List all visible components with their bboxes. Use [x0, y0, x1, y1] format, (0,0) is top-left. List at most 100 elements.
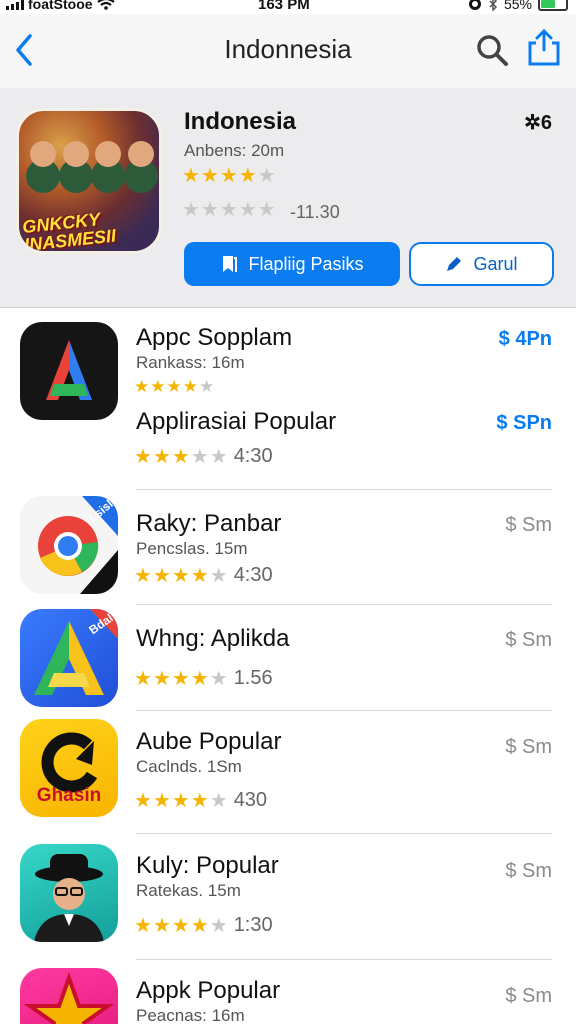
star-icon: ★ — [152, 914, 171, 937]
star-icon: ★ — [182, 165, 200, 187]
star-icon: ★ — [209, 667, 228, 690]
rating-stars: ★ ★ ★ ★ ★ — [134, 566, 228, 586]
star-icon: ★ — [134, 667, 152, 690]
signal-icon — [6, 0, 24, 10]
star-icon: ★ — [134, 914, 152, 937]
star-icon: ★ — [171, 667, 190, 690]
list-item[interactable]: Appk Popular Peacnas: 16m $ Sm — [0, 960, 576, 1024]
app-rating: ★ ★ ★ ★ ★ — [134, 378, 214, 396]
app-name: Kuly: Popular — [136, 852, 279, 879]
battery-icon — [538, 0, 568, 11]
star-icon: ★ — [171, 914, 190, 937]
triangle-a-icon: Bdal — [20, 609, 118, 707]
featured-score: -11.30 — [290, 202, 340, 222]
chrome-logo-icon: Lsisl — [20, 496, 118, 594]
star-icon: ★ — [219, 199, 238, 221]
list-item[interactable]: Lsisl Raky: Panbar Pencslas. 15m ★ ★ ★ ★ ★ 4:… — [0, 490, 576, 604]
star-icon: ★ — [190, 445, 209, 468]
featured-app-subtitle: Anbens: 20m — [184, 141, 285, 160]
price-button[interactable]: $ Sm — [505, 860, 552, 883]
app-subtitle: Pencslas. 15m — [136, 539, 248, 558]
star-icon: ★ — [209, 564, 228, 587]
status-right: 55% — [468, 0, 568, 12]
app-subtitle: Rankass: 16m — [136, 353, 245, 372]
price-button[interactable]: $ SPn — [496, 412, 552, 435]
app-subtitle: Caclnds. 1Sm — [136, 757, 242, 776]
rating-stars: ★ ★ ★ ★ ★ — [134, 791, 228, 811]
list-item[interactable]: Bdal Whng: Aplikda ★ ★ ★ ★ ★ 1.56 $ Sm — [0, 605, 576, 710]
star-icon: ★ — [219, 165, 238, 187]
search-icon — [477, 35, 508, 66]
star-icon: ★ — [171, 564, 190, 587]
rating-score: 4:30 — [233, 564, 273, 586]
star-icon: ★ — [209, 789, 228, 812]
app-rating: ★ ★ ★ ★ ★ 430 — [134, 789, 267, 812]
star-icon: ★ — [200, 165, 219, 187]
star-icon: ★ — [134, 445, 152, 468]
price-button[interactable]: $ Sm — [505, 629, 552, 652]
list-item[interactable]: Kuly: Popular Ratekas. 15m ★ ★ ★ ★ ★ 1:30 $ S… — [0, 834, 576, 959]
star-icon: ★ — [238, 165, 257, 187]
price-button[interactable]: $ 4Pn — [499, 328, 552, 351]
star-icon: ★ — [171, 445, 190, 468]
app-rating: ★ ★ ★ ★ ★ 1.56 — [134, 667, 273, 690]
star-icon: ★ — [150, 377, 166, 396]
bluetooth-icon — [489, 0, 498, 11]
status-time: 163 PM — [258, 0, 310, 13]
app-name: Raky: Panbar — [136, 510, 282, 537]
ghasin-logo-icon: Ghasin — [20, 719, 118, 817]
rating-stars: ★ ★ ★ ★ ★ — [134, 916, 228, 936]
price-button[interactable]: $ Sm — [505, 736, 552, 759]
featured-rating-stars: ★ ★ ★ ★ ★ — [182, 166, 276, 186]
star-logo-icon — [20, 968, 118, 1024]
primary-action-label: Flapliig Pasiks — [248, 253, 364, 274]
app-name: Appk Popular — [136, 977, 281, 1004]
app-name: Appc Sopplam — [136, 324, 293, 351]
star-icon: ★ — [166, 377, 182, 396]
status-bar: foatStooe 163 PM 55% — [0, 0, 576, 14]
star-icon: ★ — [190, 667, 209, 690]
app-rating: ★ ★ ★ ★ ★ 1:30 — [134, 914, 273, 937]
star-icon: ★ — [182, 377, 198, 396]
list-item[interactable]: Appc Sopplam Rankass: 16m ★ ★ ★ ★ ★ $ 4Pn Ap… — [0, 308, 576, 488]
star-icon: ★ — [200, 199, 219, 221]
price-button[interactable]: $ Sm — [505, 985, 552, 1008]
app-name: Applirasiai Popular — [136, 408, 337, 435]
app-rating: ★ ★ ★ ★ ★ 4:30 — [134, 564, 273, 587]
people-illustration-icon — [27, 133, 157, 203]
star-icon: ★ — [209, 445, 228, 468]
star-icon: ★ — [134, 564, 152, 587]
secondary-action-label: Garul — [473, 253, 518, 274]
secondary-action-button[interactable]: Garul — [409, 242, 554, 286]
share-button[interactable] — [524, 28, 564, 68]
primary-action-button[interactable]: Flapliig Pasiks — [184, 242, 400, 286]
app-name: Aube Popular — [136, 728, 282, 755]
artwork-title: GNKCKY INASMESII — [21, 209, 117, 254]
carrier-label: foatStooe — [28, 0, 93, 12]
featured-app-card[interactable]: GNKCKY INASMESII Indonesia ✲6 Anbens: 20… — [0, 88, 576, 308]
featured-app-name: Indonesia — [184, 108, 297, 135]
pencil-icon — [447, 257, 462, 271]
search-button[interactable] — [474, 32, 510, 68]
alarm-icon — [468, 0, 481, 10]
list-item[interactable]: Ghasin Aube Popular Caclnds. 1Sm ★ ★ ★ ★ ★ 43… — [0, 711, 576, 833]
star-icon: ★ — [182, 199, 200, 221]
app-rating: ★ ★ ★ ★ ★ 4:30 — [134, 445, 273, 468]
bookmark-icon — [223, 256, 238, 272]
rating-score: 1:30 — [233, 914, 273, 936]
status-left: foatStooe — [6, 0, 115, 12]
star-icon: ★ — [152, 564, 171, 587]
rating-score: 1.56 — [233, 667, 273, 689]
star-icon: ★ — [209, 914, 228, 937]
star-icon: ★ — [152, 789, 171, 812]
rating-stars: ★ ★ ★ ★ ★ — [134, 378, 214, 396]
star-icon: ★ — [257, 165, 276, 187]
rating-score: 430 — [233, 789, 268, 811]
featured-secondary-stars: ★ ★ ★ ★ ★ — [182, 200, 276, 220]
star-icon: ★ — [134, 377, 150, 396]
star-icon: ★ — [190, 914, 209, 937]
price-button[interactable]: $ Sm — [505, 514, 552, 537]
rating-score: 4:30 — [233, 445, 273, 467]
star-icon: ★ — [238, 199, 257, 221]
star-icon: ★ — [152, 667, 171, 690]
